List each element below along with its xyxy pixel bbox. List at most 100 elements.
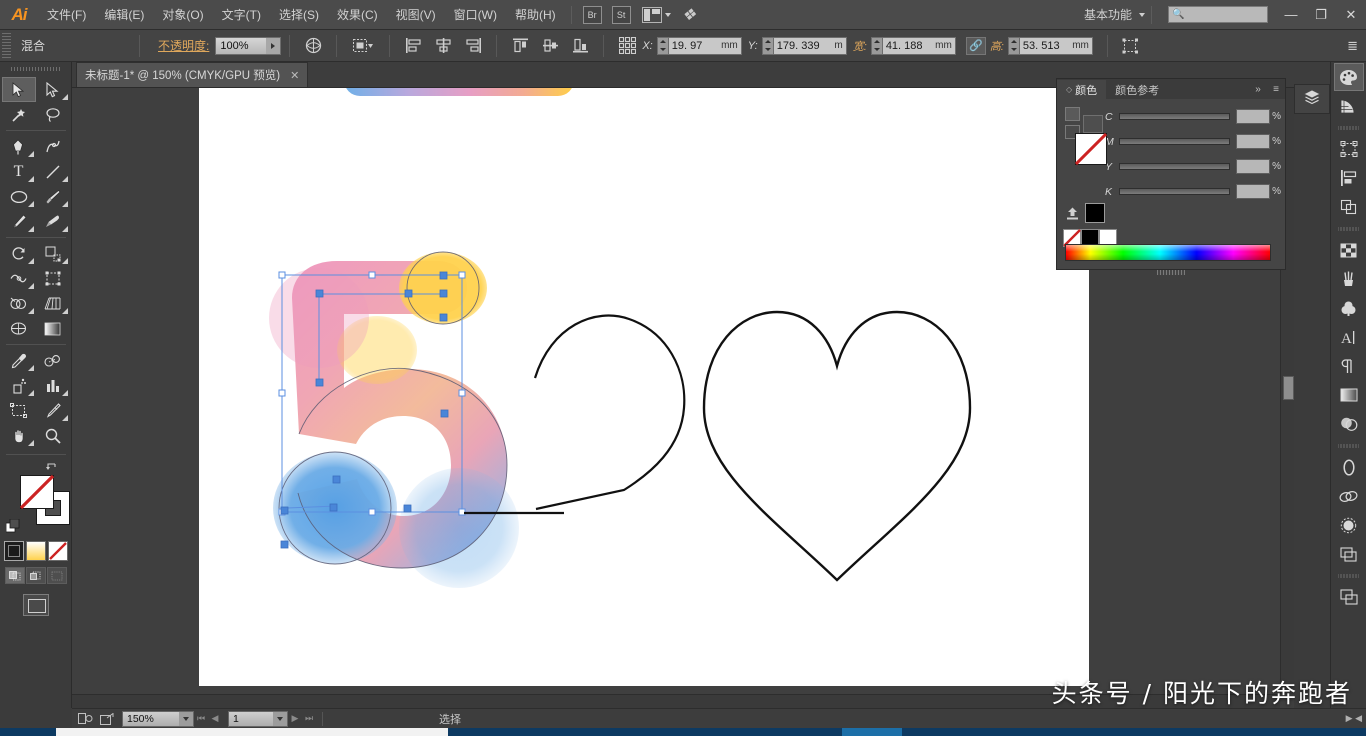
constrain-proportions-button[interactable]: 🔗	[965, 36, 986, 55]
previous-artboard-button[interactable]: ◀	[208, 711, 222, 727]
y-input[interactable]: 179. 339 m	[772, 36, 847, 55]
restore-button[interactable]: ❐	[1306, 0, 1336, 30]
free-transform-tool[interactable]	[36, 266, 70, 291]
curvature-tool[interactable]	[36, 134, 70, 159]
artboard-number-input[interactable]: 1	[228, 710, 288, 727]
width-input[interactable]: 41. 188 mm	[881, 36, 956, 55]
slider-y-track[interactable]	[1119, 163, 1231, 170]
draw-inside-button[interactable]	[46, 567, 67, 584]
color-spectrum-bar[interactable]	[1065, 244, 1271, 261]
ellipse-tool[interactable]	[2, 184, 36, 209]
perspective-grid-tool[interactable]	[36, 291, 70, 316]
menu-type[interactable]: 文字(T)	[213, 4, 270, 26]
workspace-chevron-down-icon[interactable]	[1139, 12, 1145, 17]
y-stepper[interactable]	[761, 36, 773, 55]
layers-dock-strip[interactable]	[1294, 84, 1330, 114]
type-tool[interactable]: T	[2, 159, 36, 184]
rotate-tool[interactable]	[2, 241, 36, 266]
slider-y[interactable]: Y %	[1105, 159, 1281, 174]
stock-swoosh-icon[interactable]: ❖	[681, 5, 700, 25]
tab-color[interactable]: ◇ 颜色	[1057, 80, 1107, 99]
symbols-panel-icon[interactable]	[1334, 294, 1364, 322]
slider-y-input[interactable]	[1236, 159, 1271, 174]
color-panel-fill-swatch[interactable]	[1075, 133, 1107, 165]
paragraph-panel-icon[interactable]	[1334, 352, 1364, 380]
width-stepper[interactable]	[870, 36, 882, 55]
zoom-tool[interactable]	[36, 423, 70, 448]
color-panel-icon[interactable]	[1333, 63, 1364, 91]
shape-builder-tool[interactable]	[2, 291, 36, 316]
menu-file[interactable]: 文件(F)	[38, 4, 95, 26]
symbol-sprayer-tool[interactable]	[2, 373, 36, 398]
pencil-tool[interactable]	[2, 209, 36, 234]
line-segment-tool[interactable]	[36, 159, 70, 184]
document-tab-close-icon[interactable]: ✕	[290, 69, 299, 82]
character-panel-icon[interactable]: A	[1334, 323, 1364, 351]
appearance-panel-icon[interactable]	[1334, 410, 1364, 438]
status-bar-menu-icon[interactable]: ▶ ◀	[1346, 713, 1366, 724]
slice-tool[interactable]	[36, 398, 70, 423]
slider-k-track[interactable]	[1119, 188, 1231, 195]
color-guide-panel-icon[interactable]	[1334, 92, 1364, 120]
magic-wand-tool[interactable]	[2, 102, 36, 127]
layers-panel-icon[interactable]	[1303, 89, 1321, 109]
menu-select[interactable]: 选择(S)	[270, 4, 328, 26]
slider-m[interactable]: M %	[1105, 134, 1281, 149]
blend-tool[interactable]	[36, 348, 70, 373]
align-left-icon[interactable]	[403, 36, 423, 56]
column-graph-tool[interactable]	[36, 373, 70, 398]
menu-object[interactable]: 对象(O)	[153, 4, 212, 26]
last-artboard-button[interactable]: ⏭	[302, 711, 316, 727]
align-right-icon[interactable]	[463, 36, 483, 56]
artboard-chevron-down-icon[interactable]	[273, 711, 287, 726]
scale-tool[interactable]	[36, 241, 70, 266]
menu-window[interactable]: 窗口(W)	[445, 4, 506, 26]
zoom-level-input[interactable]: 150%	[122, 710, 194, 727]
stroke-panel-icon[interactable]	[1334, 453, 1364, 481]
close-button[interactable]: ✕	[1336, 0, 1366, 30]
heart-shape[interactable]	[702, 310, 972, 582]
control-bar-gripper[interactable]	[2, 32, 11, 59]
default-fill-stroke-icon[interactable]	[5, 518, 20, 533]
stock-icon[interactable]: St	[611, 5, 631, 24]
zoom-chevron-down-icon[interactable]	[179, 711, 193, 726]
draw-behind-button[interactable]	[25, 567, 46, 584]
align-panel-icon[interactable]	[1334, 164, 1364, 192]
brushes-panel-icon[interactable]	[1334, 265, 1364, 293]
slider-m-track[interactable]	[1119, 138, 1231, 145]
color-panel[interactable]: ◇ 颜色 颜色参考 » ≡ C % M % Y % K %	[1056, 78, 1286, 275]
artboards-panel-icon[interactable]	[1334, 540, 1364, 568]
artboard-tool[interactable]	[2, 398, 36, 423]
direct-selection-tool[interactable]	[36, 77, 70, 102]
isolate-selected-object-icon[interactable]	[350, 36, 376, 56]
menu-edit[interactable]: 编辑(E)	[95, 4, 153, 26]
width-tool[interactable]	[2, 266, 36, 291]
none-mode-button[interactable]	[47, 541, 68, 561]
align-top-icon[interactable]	[510, 36, 530, 56]
selection-tool[interactable]	[1, 77, 36, 102]
paintbrush-tool[interactable]	[36, 184, 70, 209]
bridge-icon[interactable]: Br	[582, 5, 602, 24]
minimize-button[interactable]: —	[1276, 0, 1306, 30]
artboard[interactable]	[199, 88, 1089, 686]
workspace-switcher-label[interactable]: 基本功能	[1084, 6, 1136, 23]
opacity-chevron-down-icon[interactable]	[266, 37, 281, 54]
gradient-tool[interactable]	[36, 316, 70, 341]
change-screen-mode-button[interactable]	[22, 594, 49, 616]
menu-help[interactable]: 帮助(H)	[506, 4, 565, 26]
menu-view[interactable]: 视图(V)	[387, 4, 445, 26]
transform-panel-icon[interactable]	[1334, 135, 1364, 163]
top-gradient-bar[interactable]	[344, 88, 574, 96]
color-mode-button[interactable]	[3, 541, 24, 561]
share-on-behance-icon[interactable]	[98, 711, 116, 727]
align-middle-vertical-icon[interactable]	[540, 36, 560, 56]
fill-swatch[interactable]	[19, 475, 54, 509]
slider-k[interactable]: K %	[1105, 184, 1281, 199]
slider-c[interactable]: C %	[1105, 109, 1281, 124]
search-input[interactable]: 🔍	[1168, 6, 1268, 23]
tools-panel-gripper[interactable]	[5, 64, 66, 74]
next-artboard-button[interactable]: ▶	[288, 711, 302, 727]
first-artboard-button[interactable]: ⏮	[194, 711, 208, 727]
hand-tool[interactable]	[2, 423, 36, 448]
artwork-svg[interactable]	[199, 88, 1089, 686]
